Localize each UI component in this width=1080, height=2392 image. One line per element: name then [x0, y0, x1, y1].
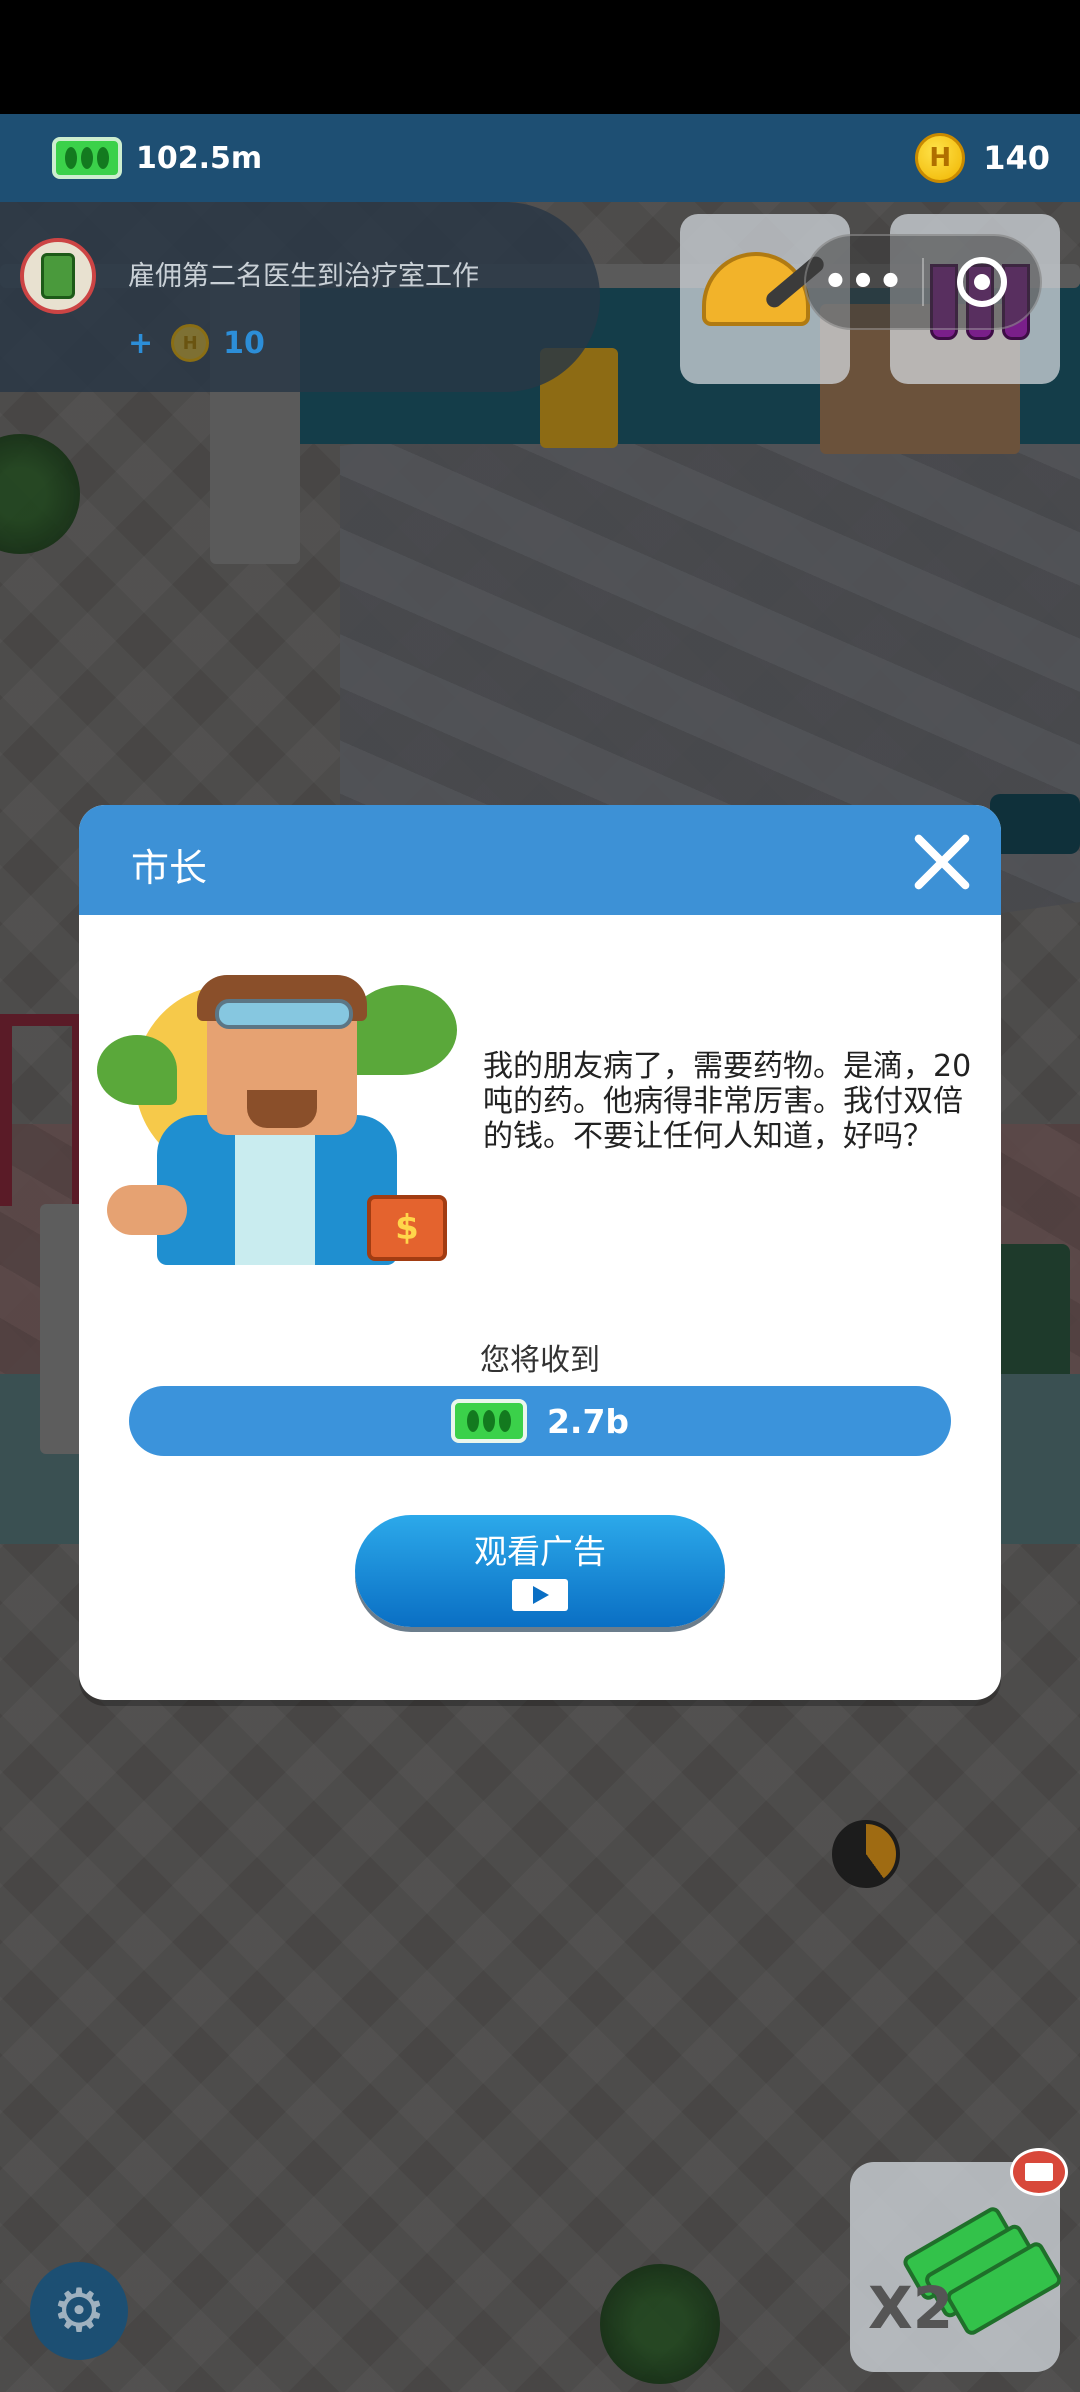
reward-value: 2.7b: [546, 1401, 630, 1441]
quest-reward: + H 10: [128, 324, 265, 362]
coin-icon: H: [171, 324, 210, 362]
boost-label: X2: [868, 2274, 954, 2342]
reward-bar: 2.7b: [129, 1386, 951, 1456]
game-screen: 102.5m H 140 雇佣第二名医生到治疗室工作 + H 10 ••• 市长: [0, 0, 1080, 2392]
target-icon: [956, 257, 1007, 307]
iv-bag-icon: [20, 238, 96, 314]
coin-value: 140: [983, 139, 1050, 177]
cash-counter: 102.5m: [52, 137, 262, 179]
mayor-request-dialog: 市长 $ 我的朋友病了，需要药物。是滴，20吨的药。他病得非常厉害。我付双倍的钱…: [79, 805, 1001, 1700]
top-hud: 102.5m H 140: [0, 114, 1080, 202]
watch-ad-button[interactable]: 观看广告: [355, 1515, 725, 1627]
exit-mini-program-button[interactable]: [924, 257, 1040, 307]
coin-counter: H 140: [915, 133, 1050, 183]
video-icon: [512, 1579, 568, 1611]
watch-ad-label: 观看广告: [474, 1532, 606, 1571]
double-income-boost-button[interactable]: X2: [850, 2148, 1068, 2372]
cash-icon: [52, 137, 122, 179]
receive-label: 您将收到: [480, 1343, 600, 1378]
gear-icon: ⚙: [52, 2276, 106, 2346]
cash-value: 102.5m: [136, 140, 263, 176]
quest-banner[interactable]: 雇佣第二名医生到治疗室工作 + H 10: [0, 202, 600, 392]
quest-reward-amount: 10: [223, 325, 265, 361]
mayor-portrait: $: [97, 955, 457, 1275]
more-menu-button[interactable]: •••: [806, 259, 922, 305]
close-icon[interactable]: [909, 829, 975, 895]
dialog-message: 我的朋友病了，需要药物。是滴，20吨的药。他病得非常厉害。我付双倍的钱。不要让任…: [483, 1049, 972, 1154]
briefcase-icon: $: [367, 1195, 447, 1261]
video-ad-icon: [1010, 2148, 1068, 2196]
mini-program-capsule: •••: [804, 234, 1042, 330]
quest-plus: +: [128, 325, 154, 361]
settings-button[interactable]: ⚙: [30, 2262, 128, 2360]
dialog-header: 市长: [79, 805, 1001, 915]
dialog-title: 市长: [131, 846, 208, 890]
cash-icon: [450, 1399, 527, 1443]
coin-icon: H: [915, 133, 966, 183]
quest-text: 雇佣第二名医生到治疗室工作: [128, 261, 479, 292]
